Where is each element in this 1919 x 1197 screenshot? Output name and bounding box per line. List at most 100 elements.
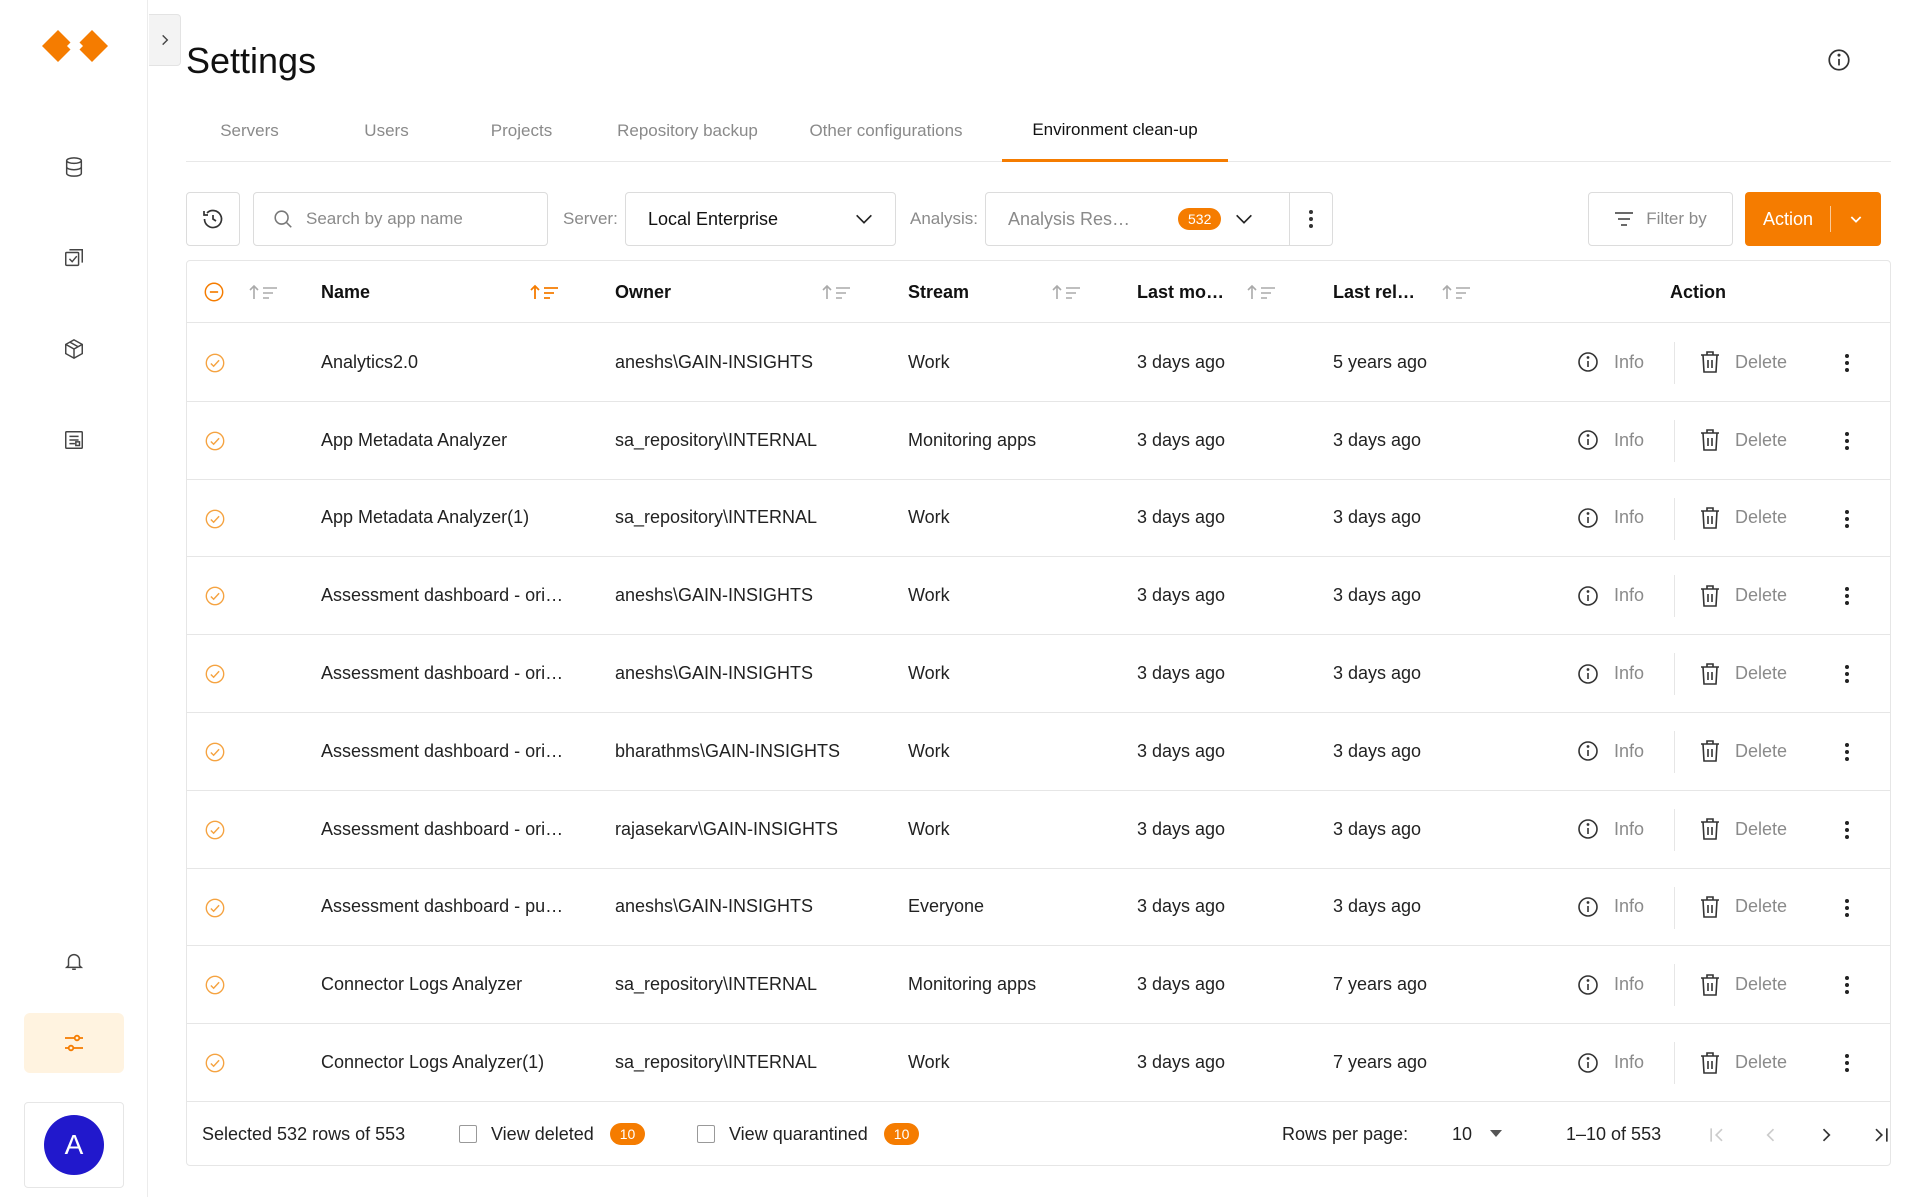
info-button[interactable]: Info bbox=[1576, 324, 1644, 401]
row-selected-check-icon[interactable] bbox=[204, 663, 226, 685]
app-name-cell[interactable]: Connector Logs Analyzer bbox=[321, 946, 522, 1023]
column-header-last-modified[interactable]: Last mo… bbox=[1137, 261, 1224, 323]
sort-icon[interactable] bbox=[1442, 283, 1476, 301]
row-more-button[interactable] bbox=[1833, 427, 1861, 455]
app-name-cell[interactable]: Assessment dashboard - ori… bbox=[321, 557, 563, 634]
analysis-more-button[interactable] bbox=[1289, 192, 1333, 246]
action-button[interactable]: Action bbox=[1745, 192, 1881, 246]
column-header-owner[interactable]: Owner bbox=[615, 261, 671, 323]
app-name-cell[interactable]: Assessment dashboard - ori… bbox=[321, 713, 563, 790]
table-row[interactable]: Assessment dashboard - ori… bharathms\GA… bbox=[187, 713, 1890, 791]
info-button[interactable]: Info bbox=[1576, 713, 1644, 790]
row-selected-check-icon[interactable] bbox=[204, 508, 226, 530]
sort-icon[interactable] bbox=[822, 283, 856, 301]
view-deleted-toggle[interactable]: View deleted 10 bbox=[459, 1103, 646, 1165]
app-logo[interactable] bbox=[38, 26, 112, 66]
app-name-cell[interactable]: App Metadata Analyzer(1) bbox=[321, 480, 529, 557]
history-button[interactable] bbox=[186, 192, 240, 246]
row-selected-check-icon[interactable] bbox=[204, 741, 226, 763]
search-input[interactable] bbox=[306, 209, 526, 229]
settings-nav-item[interactable] bbox=[24, 1013, 124, 1073]
search-box[interactable] bbox=[253, 192, 548, 246]
tab-projects[interactable]: Projects bbox=[458, 100, 585, 162]
app-name-cell[interactable]: Assessment dashboard - pu… bbox=[321, 869, 563, 946]
package-icon[interactable] bbox=[57, 332, 91, 366]
next-page-button[interactable] bbox=[1812, 1121, 1840, 1149]
row-more-button[interactable] bbox=[1833, 816, 1861, 844]
row-selected-check-icon[interactable] bbox=[204, 897, 226, 919]
table-row[interactable]: Assessment dashboard - ori… aneshs\GAIN-… bbox=[187, 557, 1890, 636]
info-button[interactable]: Info bbox=[1576, 1024, 1644, 1101]
row-more-button[interactable] bbox=[1833, 738, 1861, 766]
column-header-last-reloaded[interactable]: Last rel… bbox=[1333, 261, 1415, 323]
view-deleted-checkbox[interactable] bbox=[459, 1125, 477, 1143]
row-selected-check-icon[interactable] bbox=[204, 585, 226, 607]
row-more-button[interactable] bbox=[1833, 894, 1861, 922]
info-button[interactable]: Info bbox=[1576, 869, 1644, 946]
app-name-cell[interactable]: Assessment dashboard - ori… bbox=[321, 635, 563, 712]
table-row[interactable]: Assessment dashboard - ori… rajasekarv\G… bbox=[187, 791, 1890, 869]
database-icon[interactable] bbox=[57, 150, 91, 184]
info-button[interactable]: Info bbox=[1576, 557, 1644, 634]
delete-button[interactable]: Delete bbox=[1699, 713, 1787, 790]
info-button[interactable]: Info bbox=[1576, 635, 1644, 712]
task-check-icon[interactable] bbox=[57, 241, 91, 275]
table-row[interactable]: Connector Logs Analyzer(1) sa_repository… bbox=[187, 1024, 1890, 1102]
delete-button[interactable]: Delete bbox=[1699, 946, 1787, 1023]
row-more-button[interactable] bbox=[1833, 660, 1861, 688]
view-quarantined-toggle[interactable]: View quarantined 10 bbox=[697, 1103, 920, 1165]
report-icon[interactable] bbox=[57, 423, 91, 457]
column-header-name[interactable]: Name bbox=[321, 261, 370, 323]
table-row[interactable]: Connector Logs Analyzer sa_repository\IN… bbox=[187, 946, 1890, 1025]
row-more-button[interactable] bbox=[1833, 971, 1861, 999]
column-header-stream[interactable]: Stream bbox=[908, 261, 969, 323]
row-selected-check-icon[interactable] bbox=[204, 352, 226, 374]
delete-button[interactable]: Delete bbox=[1699, 402, 1787, 479]
sort-ascending-icon[interactable] bbox=[530, 283, 564, 301]
tab-other-configurations[interactable]: Other configurations bbox=[790, 100, 982, 162]
app-name-cell[interactable]: App Metadata Analyzer bbox=[321, 402, 507, 479]
delete-button[interactable]: Delete bbox=[1699, 324, 1787, 401]
table-row[interactable]: App Metadata Analyzer sa_repository\INTE… bbox=[187, 402, 1890, 480]
row-selected-check-icon[interactable] bbox=[204, 1052, 226, 1074]
server-select[interactable]: Local Enterprise bbox=[625, 192, 896, 246]
delete-button[interactable]: Delete bbox=[1699, 1024, 1787, 1101]
sort-icon[interactable] bbox=[1052, 283, 1086, 301]
notification-bell-icon[interactable] bbox=[57, 944, 91, 978]
sort-icon[interactable] bbox=[1247, 283, 1281, 301]
row-selected-check-icon[interactable] bbox=[204, 430, 226, 452]
row-more-button[interactable] bbox=[1833, 505, 1861, 533]
analysis-select[interactable]: Analysis Res… 532 bbox=[985, 192, 1290, 246]
view-quarantined-checkbox[interactable] bbox=[697, 1125, 715, 1143]
delete-button[interactable]: Delete bbox=[1699, 635, 1787, 712]
expand-sidebar-button[interactable] bbox=[149, 14, 181, 66]
action-dropdown-toggle[interactable] bbox=[1831, 211, 1881, 227]
delete-button[interactable]: Delete bbox=[1699, 869, 1787, 946]
previous-page-button[interactable] bbox=[1757, 1121, 1785, 1149]
row-more-button[interactable] bbox=[1833, 582, 1861, 610]
app-name-cell[interactable]: Assessment dashboard - ori… bbox=[321, 791, 563, 868]
table-row[interactable]: Assessment dashboard - ori… aneshs\GAIN-… bbox=[187, 635, 1890, 713]
sort-icon[interactable] bbox=[249, 283, 283, 301]
table-row[interactable]: Analytics2.0 aneshs\GAIN-INSIGHTS Work 3… bbox=[187, 324, 1890, 402]
last-page-button[interactable] bbox=[1867, 1121, 1895, 1149]
info-button[interactable]: Info bbox=[1576, 791, 1644, 868]
tab-servers[interactable]: Servers bbox=[186, 100, 313, 162]
table-row[interactable]: Assessment dashboard - pu… aneshs\GAIN-I… bbox=[187, 869, 1890, 947]
row-more-button[interactable] bbox=[1833, 1049, 1861, 1077]
tab-repository-backup[interactable]: Repository backup bbox=[600, 100, 775, 162]
info-button[interactable]: Info bbox=[1576, 402, 1644, 479]
app-name-cell[interactable]: Analytics2.0 bbox=[321, 324, 418, 401]
select-all-indeterminate-icon[interactable] bbox=[203, 281, 225, 303]
table-row[interactable]: App Metadata Analyzer(1) sa_repository\I… bbox=[187, 480, 1890, 558]
tab-environment-clean-up[interactable]: Environment clean-up bbox=[1002, 100, 1228, 162]
row-more-button[interactable] bbox=[1833, 349, 1861, 377]
app-name-cell[interactable]: Connector Logs Analyzer(1) bbox=[321, 1024, 544, 1101]
first-page-button[interactable] bbox=[1703, 1121, 1731, 1149]
info-button[interactable]: Info bbox=[1576, 946, 1644, 1023]
user-menu[interactable]: A bbox=[24, 1102, 124, 1188]
tab-users[interactable]: Users bbox=[323, 100, 450, 162]
info-button[interactable]: Info bbox=[1576, 480, 1644, 557]
row-selected-check-icon[interactable] bbox=[204, 974, 226, 996]
delete-button[interactable]: Delete bbox=[1699, 480, 1787, 557]
